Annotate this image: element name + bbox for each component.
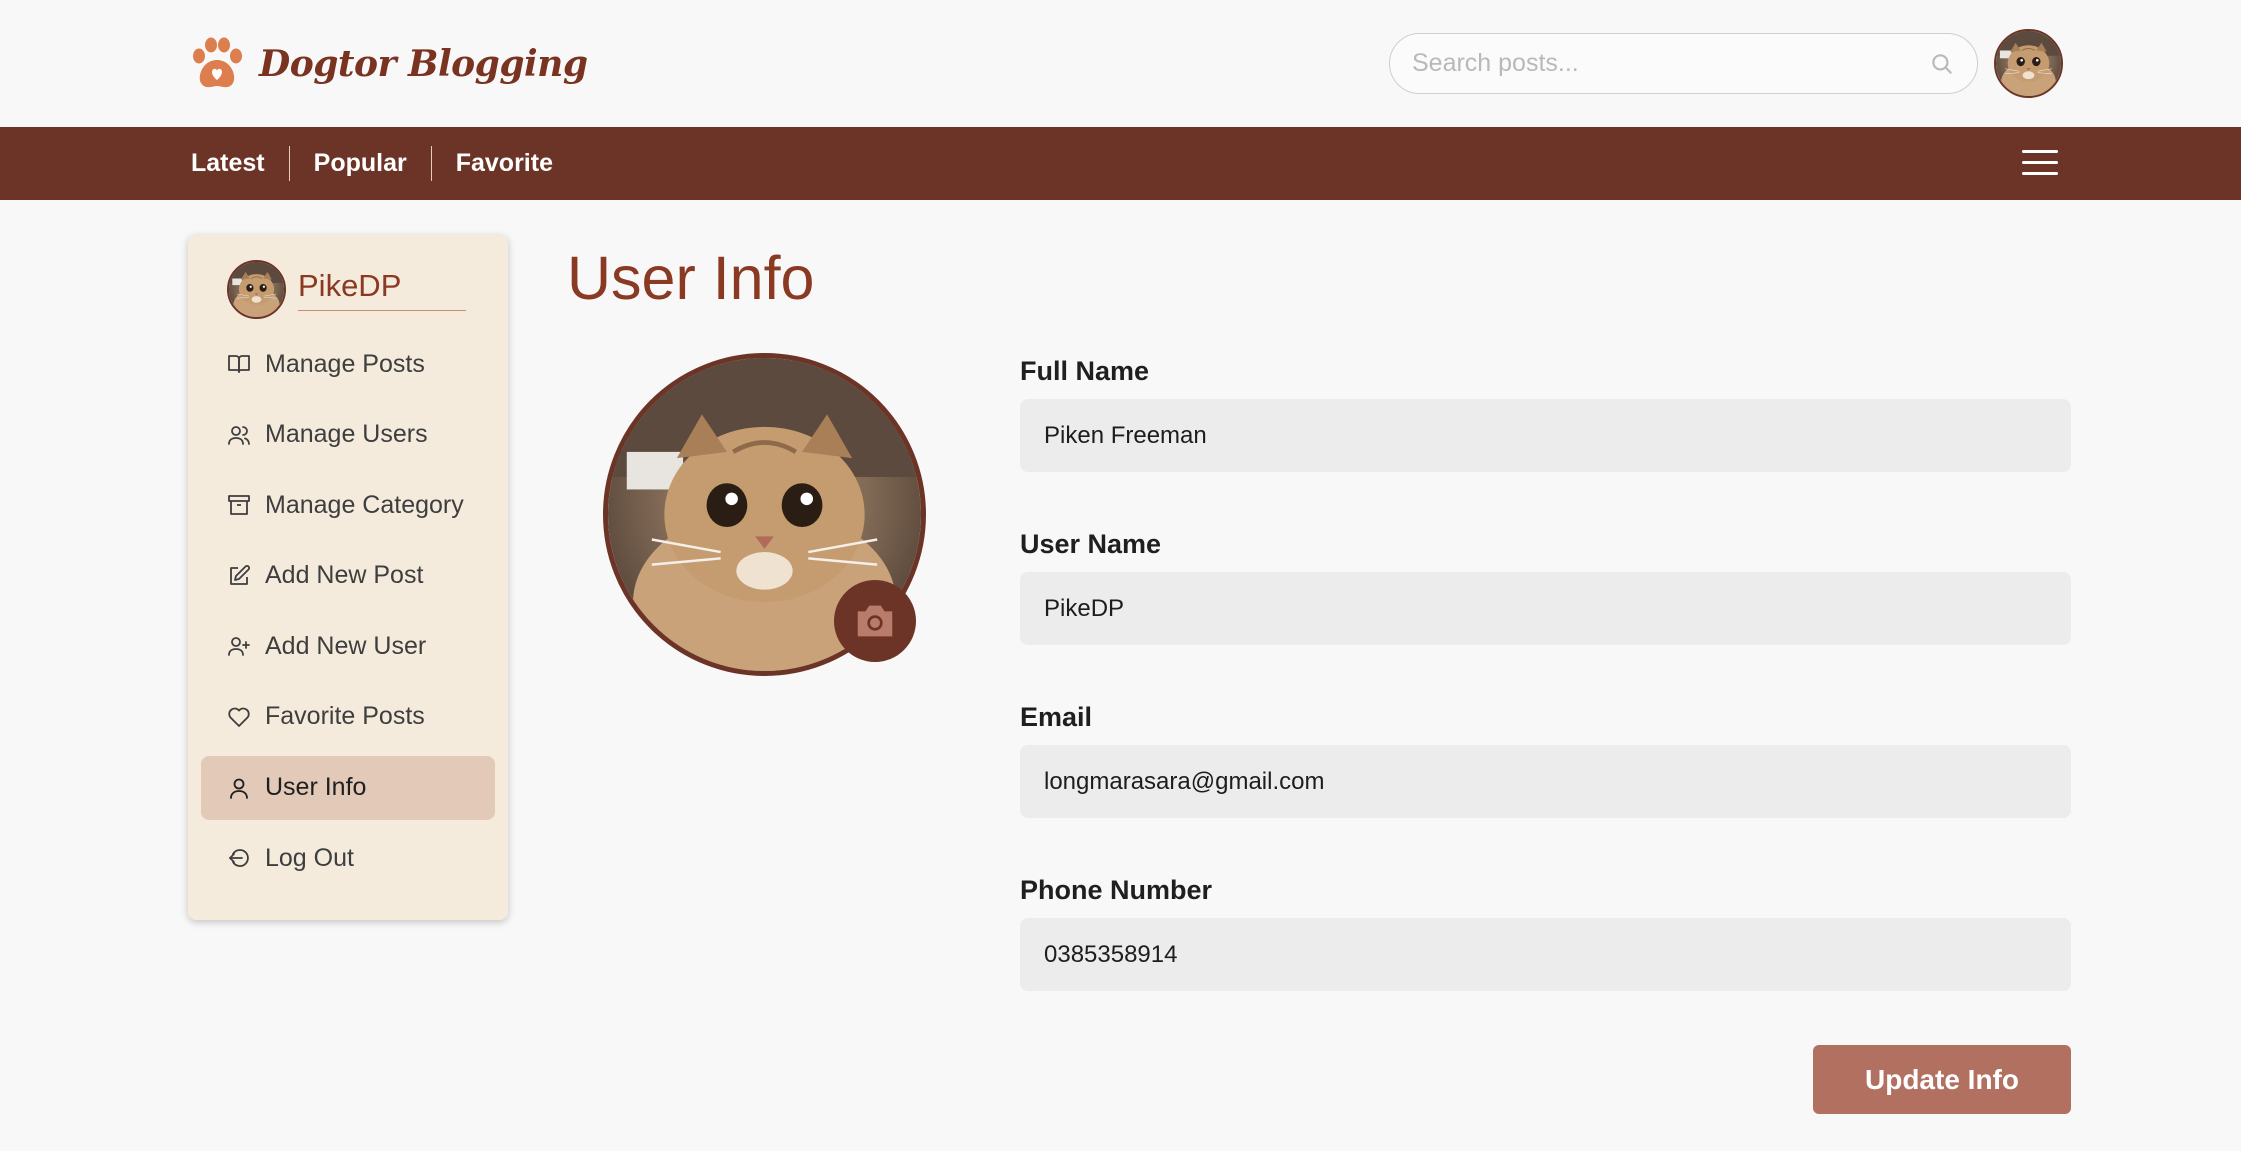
search-input[interactable] [1412, 49, 1929, 78]
archive-icon [228, 495, 250, 516]
sidebar-item-label: User Info [265, 773, 367, 802]
email-field: Email longmarasara@gmail.com [1020, 699, 2071, 818]
edit-icon [230, 564, 250, 585]
update-info-button[interactable]: Update Info [1813, 1045, 2071, 1114]
hamburger-menu-icon[interactable] [2022, 150, 2058, 178]
phone-number-field: Phone Number 0385358914 [1020, 872, 2071, 991]
sidebar-item-add-new-user[interactable]: Add New User [201, 614, 495, 678]
user-avatar[interactable] [1994, 29, 2063, 98]
sidebar-menu: Manage Posts Manage Users Manage Categor… [201, 332, 495, 897]
phone-number-label: Phone Number [1020, 875, 1213, 905]
sidebar-item-manage-category[interactable]: Manage Category [201, 473, 495, 537]
main-nav: Latest Popular Favorite [0, 127, 2241, 200]
sidebar-item-label: Log Out [265, 843, 354, 872]
sidebar-item-log-out[interactable]: Log Out [201, 826, 495, 890]
email-input[interactable]: longmarasara@gmail.com [1020, 745, 2071, 818]
sidebar-item-label: Add New User [265, 631, 427, 660]
sidebar-item-label: Add New Post [265, 561, 424, 590]
sidebar: PikeDP Manage Posts Manage Users Manage … [188, 235, 508, 920]
heart-icon [228, 707, 250, 727]
search-bar[interactable] [1389, 33, 1978, 94]
sidebar-item-label: Manage Category [265, 490, 464, 519]
page-title: User Info [567, 244, 815, 312]
sidebar-user: PikeDP [227, 260, 466, 319]
avatar [227, 260, 286, 319]
sidebar-item-label: Favorite Posts [265, 702, 425, 731]
nav-popular[interactable]: Popular [290, 146, 432, 181]
users-icon [228, 425, 250, 445]
nav-latest[interactable]: Latest [191, 146, 290, 181]
sidebar-item-manage-posts[interactable]: Manage Posts [201, 332, 495, 396]
sidebar-item-manage-users[interactable]: Manage Users [201, 403, 495, 467]
brand-name: Dogtor Blogging [259, 43, 588, 85]
search-icon[interactable] [1929, 51, 1955, 77]
full-name-field: Full Name Piken Freeman [1020, 353, 2071, 472]
brand-logo[interactable]: Dogtor Blogging [189, 36, 588, 92]
sidebar-item-label: Manage Users [265, 420, 428, 449]
log-out-icon [229, 849, 249, 868]
sidebar-item-user-info[interactable]: User Info [201, 755, 495, 820]
user-name-label: User Name [1020, 529, 1162, 559]
sidebar-username: PikeDP [298, 268, 466, 311]
sidebar-item-label: Manage Posts [265, 349, 425, 378]
user-plus-icon [228, 637, 250, 657]
book-open-icon [228, 355, 250, 373]
user-name-field: User Name PikeDP [1020, 526, 2071, 645]
email-label: Email [1020, 702, 1093, 732]
paw-icon [193, 37, 242, 88]
user-name-input[interactable]: PikeDP [1020, 572, 2071, 645]
phone-number-input[interactable]: 0385358914 [1020, 918, 2071, 991]
top-header: Dogtor Blogging [0, 0, 2241, 127]
sidebar-item-add-new-post[interactable]: Add New Post [201, 544, 495, 608]
nav-favorite[interactable]: Favorite [432, 146, 577, 181]
user-icon [230, 778, 248, 799]
change-photo-button[interactable] [834, 580, 916, 662]
sidebar-item-favorite-posts[interactable]: Favorite Posts [201, 685, 495, 749]
camera-icon [857, 605, 893, 637]
full-name-label: Full Name [1020, 356, 1150, 386]
full-name-input[interactable]: Piken Freeman [1020, 399, 2071, 472]
